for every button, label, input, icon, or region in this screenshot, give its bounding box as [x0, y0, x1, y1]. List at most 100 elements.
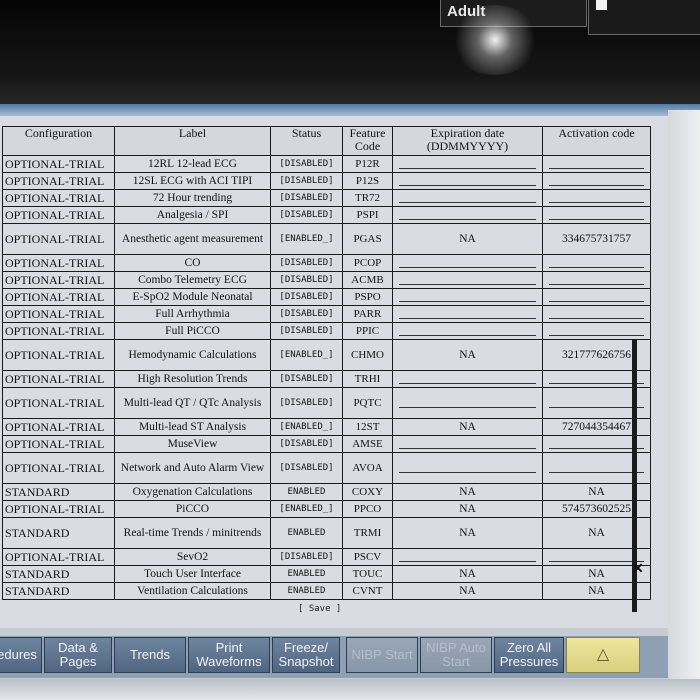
expiration-cell[interactable]: NA: [392, 582, 543, 600]
table-row[interactable]: STANDARD Real-time Trends / minitrends ENA…: [2, 517, 651, 549]
empty-entry-field[interactable]: [549, 193, 644, 203]
save-button[interactable]: [ Save ]: [298, 604, 341, 614]
empty-entry-field[interactable]: [549, 292, 644, 302]
empty-entry-field[interactable]: [399, 275, 536, 285]
alarm-softkey[interactable]: △: [566, 637, 640, 673]
table-row[interactable]: OPTIONAL-TRIAL High Resolution Trends [DIS…: [2, 370, 651, 388]
table-row[interactable]: OPTIONAL-TRIAL Multi-lead QT / QTc Analys…: [2, 387, 651, 419]
status-cell: [ENABLED_]: [270, 339, 343, 371]
status-cell: [ENABLED_]: [270, 500, 343, 518]
activation-cell[interactable]: [542, 305, 651, 323]
table-row[interactable]: OPTIONAL-TRIAL Hemodynamic Calculations [E…: [2, 339, 651, 371]
close-icon[interactable]: ✕: [632, 560, 644, 577]
table-row[interactable]: OPTIONAL-TRIAL Analgesia / SPI [DISABLED] P…: [2, 206, 651, 224]
table-row[interactable]: OPTIONAL-TRIAL Network and Auto Alarm Vie…: [2, 452, 651, 484]
empty-entry-field[interactable]: [549, 374, 644, 384]
empty-entry-field[interactable]: [399, 398, 536, 408]
expiration-cell[interactable]: NA: [392, 517, 543, 549]
table-row[interactable]: OPTIONAL-TRIAL PiCCO [ENABLED_] PPCO NA 57457…: [2, 500, 651, 518]
empty-entry-field[interactable]: [399, 374, 536, 384]
table-row[interactable]: OPTIONAL-TRIAL CO [DISABLED] PCOP: [2, 254, 651, 272]
table-row[interactable]: OPTIONAL-TRIAL 72 Hour trending [DISABLED]…: [2, 189, 651, 207]
expiration-cell[interactable]: [392, 387, 543, 419]
expiration-cell[interactable]: [392, 435, 543, 453]
table-row[interactable]: OPTIONAL-TRIAL Anesthetic agent measureme…: [2, 223, 651, 255]
softkey-2[interactable]: Trends: [114, 637, 186, 673]
empty-entry-field[interactable]: [549, 463, 644, 473]
expiration-cell[interactable]: NA: [392, 223, 543, 255]
expiration-cell[interactable]: [392, 206, 543, 224]
empty-entry-field[interactable]: [549, 309, 644, 319]
activation-cell[interactable]: [542, 155, 651, 173]
softkey-6[interactable]: NIBP Auto Start: [420, 637, 492, 673]
softkey-5[interactable]: NIBP Start: [346, 637, 418, 673]
empty-entry-field[interactable]: [549, 258, 644, 268]
empty-entry-field[interactable]: [549, 326, 644, 336]
top-indicator: [596, 0, 607, 10]
expiration-cell[interactable]: [392, 155, 543, 173]
empty-entry-field[interactable]: [549, 176, 644, 186]
expiration-cell[interactable]: [392, 452, 543, 484]
softkey-4[interactable]: Freeze/ Snapshot: [272, 637, 340, 673]
softkey-3[interactable]: Print Waveforms: [188, 637, 270, 673]
empty-entry-field[interactable]: [549, 398, 644, 408]
expiration-cell[interactable]: NA: [392, 339, 543, 371]
expiration-cell[interactable]: NA: [392, 418, 543, 436]
activation-cell[interactable]: [542, 322, 651, 340]
feature-code-cell: CVNT: [342, 582, 393, 600]
activation-cell[interactable]: [542, 271, 651, 289]
empty-entry-field[interactable]: [399, 309, 536, 319]
expiration-cell[interactable]: [392, 548, 543, 566]
empty-entry-field[interactable]: [399, 463, 536, 473]
expiration-cell[interactable]: NA: [392, 565, 543, 583]
expiration-cell[interactable]: [392, 322, 543, 340]
table-row[interactable]: OPTIONAL-TRIAL Full Arrhythmia [DISABLED] P…: [2, 305, 651, 323]
table-row[interactable]: OPTIONAL-TRIAL Full PiCCO [DISABLED] PPIC: [2, 322, 651, 340]
expiration-cell[interactable]: [392, 271, 543, 289]
expiration-cell[interactable]: [392, 305, 543, 323]
activation-cell[interactable]: [542, 206, 651, 224]
config-cell: OPTIONAL-TRIAL: [2, 418, 115, 436]
table-row[interactable]: OPTIONAL-TRIAL 12SL ECG with ACI TIPI [DIS…: [2, 172, 651, 190]
activation-cell[interactable]: [542, 288, 651, 306]
table-row[interactable]: STANDARD Oxygenation Calculations ENABLED C…: [2, 483, 651, 501]
table-row[interactable]: STANDARD Touch User Interface ENABLED TOUC N…: [2, 565, 651, 583]
expiration-cell[interactable]: [392, 254, 543, 272]
activation-cell[interactable]: [542, 172, 651, 190]
empty-entry-field[interactable]: [549, 210, 644, 220]
empty-entry-field[interactable]: [399, 176, 536, 186]
expiration-cell[interactable]: NA: [392, 483, 543, 501]
table-row[interactable]: OPTIONAL-TRIAL Multi-lead ST Analysis [ENA…: [2, 418, 651, 436]
label-cell: Touch User Interface: [114, 565, 271, 583]
expiration-cell[interactable]: [392, 288, 543, 306]
expiration-cell[interactable]: [392, 370, 543, 388]
empty-entry-field[interactable]: [399, 292, 536, 302]
softkey-0[interactable]: edures: [0, 637, 42, 673]
empty-entry-field[interactable]: [549, 552, 644, 562]
empty-entry-field[interactable]: [399, 258, 536, 268]
expiration-cell[interactable]: NA: [392, 500, 543, 518]
table-row[interactable]: OPTIONAL-TRIAL E-SpO2 Module Neonatal [DIS…: [2, 288, 651, 306]
table-row[interactable]: OPTIONAL-TRIAL Combo Telemetry ECG [DISABL…: [2, 271, 651, 289]
config-cell: OPTIONAL-TRIAL: [2, 387, 115, 419]
table-row[interactable]: OPTIONAL-TRIAL 12RL 12-lead ECG [DISABLED]…: [2, 155, 651, 173]
table-row[interactable]: OPTIONAL-TRIAL SevO2 [DISABLED] PSCV: [2, 548, 651, 566]
table-row[interactable]: OPTIONAL-TRIAL MuseView [DISABLED] AMSE: [2, 435, 651, 453]
table-row[interactable]: STANDARD Ventilation Calculations ENABLED C…: [2, 582, 651, 600]
empty-entry-field[interactable]: [549, 439, 644, 449]
activation-cell[interactable]: [542, 254, 651, 272]
empty-entry-field[interactable]: [399, 159, 536, 169]
empty-entry-field[interactable]: [399, 552, 536, 562]
expiration-cell[interactable]: [392, 172, 543, 190]
softkey-1[interactable]: Data & Pages: [44, 637, 112, 673]
empty-entry-field[interactable]: [399, 210, 536, 220]
empty-entry-field[interactable]: [549, 159, 644, 169]
empty-entry-field[interactable]: [399, 193, 536, 203]
empty-entry-field[interactable]: [549, 275, 644, 285]
softkey-7[interactable]: Zero All Pressures: [494, 637, 564, 673]
empty-entry-field[interactable]: [399, 439, 536, 449]
empty-entry-field[interactable]: [399, 326, 536, 336]
expiration-cell[interactable]: [392, 189, 543, 207]
activation-cell[interactable]: 334675731757: [542, 223, 651, 255]
activation-cell[interactable]: [542, 189, 651, 207]
